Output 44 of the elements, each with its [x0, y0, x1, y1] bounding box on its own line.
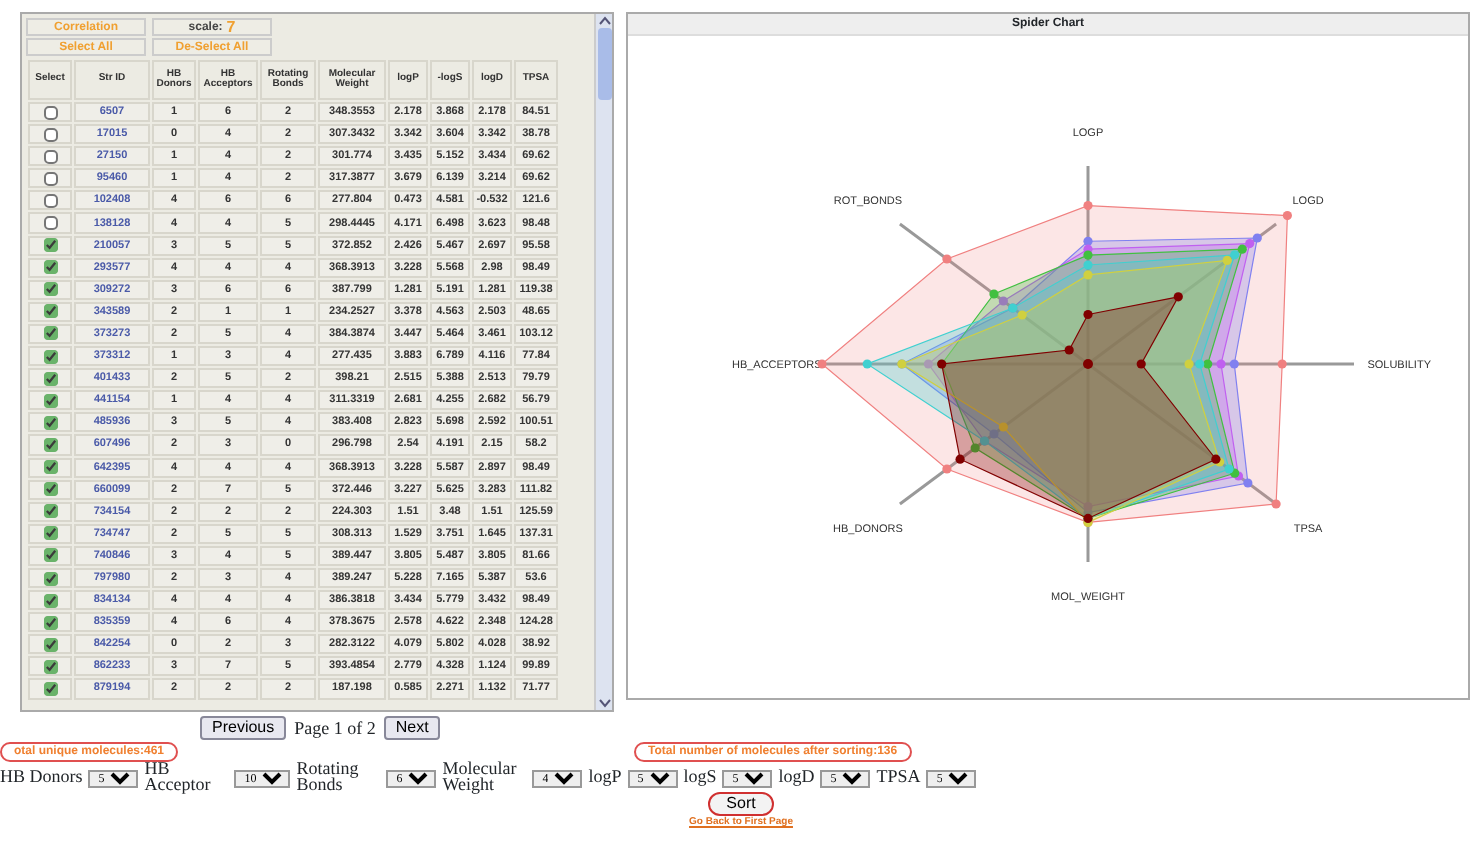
row-checkbox[interactable]	[43, 326, 57, 341]
filter-label: Rotating Bonds	[296, 762, 361, 794]
scroll-down-icon[interactable]	[597, 698, 611, 708]
row-checkbox[interactable]	[43, 216, 57, 231]
row-checkbox[interactable]	[43, 282, 57, 297]
row-checkbox[interactable]	[43, 593, 57, 608]
row-checkbox[interactable]	[43, 437, 57, 452]
sort-button[interactable]: Sort	[708, 792, 774, 816]
filter-label: logP	[588, 770, 622, 786]
row-checkbox[interactable]	[43, 149, 57, 164]
row-checkbox[interactable]	[43, 415, 57, 430]
filter-label: HB Donors	[0, 770, 83, 786]
row-checkbox[interactable]	[43, 504, 57, 519]
row-checkbox[interactable]	[43, 127, 57, 142]
row-checkbox[interactable]	[43, 637, 57, 652]
scale-value: 7	[226, 18, 236, 36]
previous-button[interactable]: Previous	[200, 716, 287, 740]
row-checkbox[interactable]	[43, 349, 57, 364]
row-checkbox[interactable]	[43, 260, 57, 275]
row-checkbox[interactable]	[43, 304, 57, 319]
row-checkbox[interactable]	[43, 659, 57, 674]
filter-label: HB Acceptor	[144, 762, 213, 794]
scroll-up-icon[interactable]	[597, 16, 611, 26]
filter-label: logS	[683, 770, 717, 786]
row-checkbox[interactable]	[43, 193, 57, 208]
row-checkbox[interactable]	[43, 393, 57, 408]
page-indicator: Page 1 of 2	[294, 718, 376, 738]
filter-label: TPSA	[876, 770, 921, 786]
row-checkbox[interactable]	[43, 482, 57, 497]
scrollbar-thumb[interactable]	[597, 28, 611, 100]
row-checkbox[interactable]	[43, 105, 57, 120]
row-checkbox[interactable]	[43, 460, 57, 475]
filter-label: Molecular Weight	[442, 762, 519, 794]
row-checkbox[interactable]	[43, 681, 57, 696]
row-checkbox[interactable]	[43, 238, 57, 253]
filter-label: logD	[778, 770, 815, 786]
row-checkbox[interactable]	[43, 548, 57, 563]
scrollbar[interactable]	[594, 14, 612, 710]
next-button[interactable]: Next	[383, 716, 441, 740]
row-checkbox[interactable]	[43, 171, 57, 186]
row-checkbox[interactable]	[43, 371, 57, 386]
row-checkbox[interactable]	[43, 526, 57, 541]
row-checkbox[interactable]	[43, 571, 57, 586]
row-checkbox[interactable]	[43, 615, 57, 630]
